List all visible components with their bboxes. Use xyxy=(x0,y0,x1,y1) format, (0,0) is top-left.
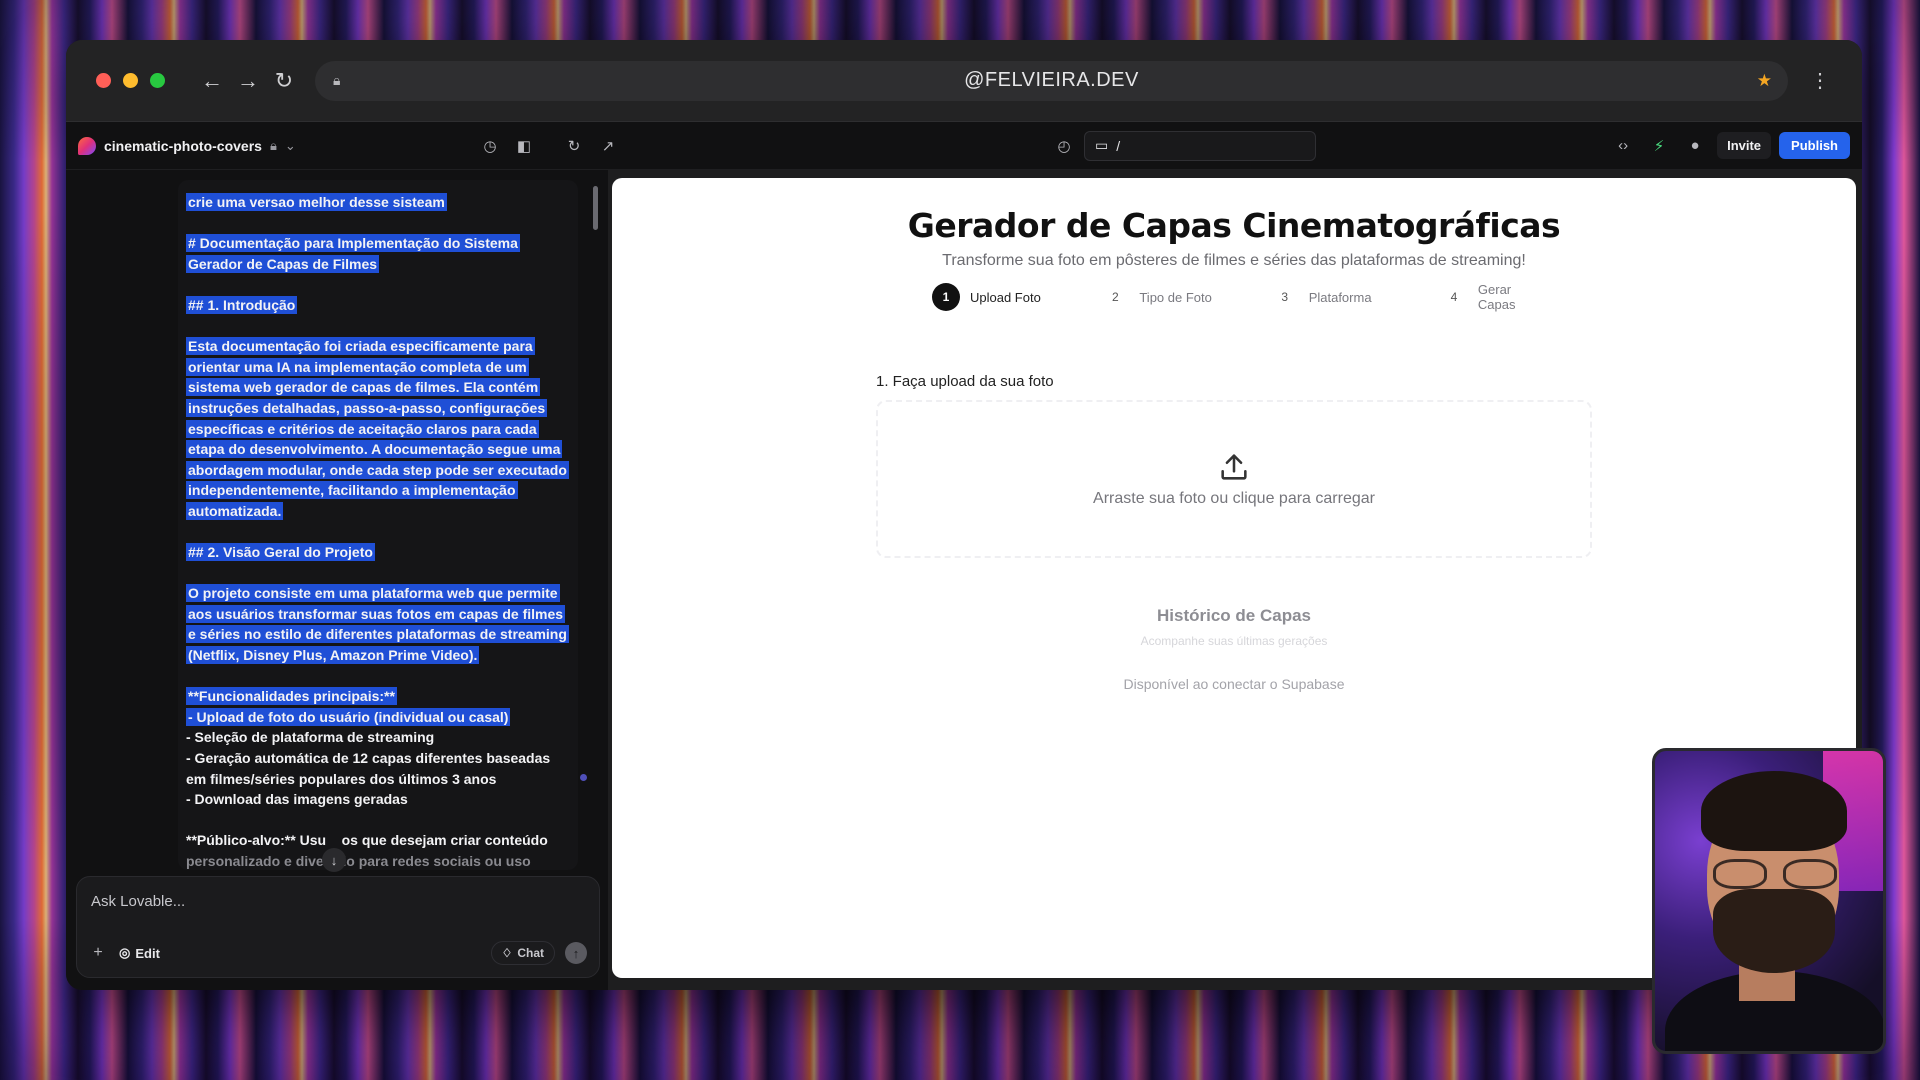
user-message-text: crie uma versao melhor desse sisteam # D… xyxy=(186,192,570,870)
feature-item: - Geração automática de 12 capas diferen… xyxy=(186,750,551,787)
step-generate[interactable]: 4 Gerar Capas xyxy=(1440,282,1552,312)
message-paragraph: crie uma versao melhor desse sisteam xyxy=(186,193,447,211)
page-title: Gerador de Capas Cinematográficas xyxy=(907,206,1561,245)
window-controls xyxy=(96,73,165,88)
ask-input[interactable] xyxy=(91,893,581,910)
history-title: Histórico de Capas xyxy=(1157,606,1311,625)
audience-text: os que desejam criar conteúdo xyxy=(341,832,548,849)
invite-button[interactable]: Invite xyxy=(1717,132,1772,159)
chevron-down-icon: ⌄ xyxy=(284,137,296,153)
publish-button[interactable]: Publish xyxy=(1779,132,1850,159)
message-heading: ## 2. Visão Geral do Projeto xyxy=(186,543,375,562)
project-selector[interactable]: cinematic-photo-covers 🔒︎ ⌄ ◷ ◧ xyxy=(78,132,548,160)
code-icon[interactable]: ‹› xyxy=(1609,132,1637,160)
kebab-menu-icon[interactable]: ⋮ xyxy=(1808,68,1832,93)
url-text: @FELVIEIRA.DEV xyxy=(964,69,1139,91)
webcam-person-glasses xyxy=(1713,859,1837,889)
history-note: Disponível ao conectar o Supabase xyxy=(1123,676,1345,692)
history-subtitle: Acompanhe suas últimas gerações xyxy=(1140,634,1328,648)
scroll-down-icon[interactable]: ↓ xyxy=(322,848,346,872)
chat-label: Chat xyxy=(517,946,544,960)
sidebar-toggle-icon[interactable]: ◧ xyxy=(510,132,538,160)
step-label: Upload Foto xyxy=(970,289,1041,305)
dropzone-text: Arraste sua foto ou clique para carregar xyxy=(1093,490,1375,507)
step-upload[interactable]: 1 Upload Foto xyxy=(932,283,1101,311)
lovable-logo-icon xyxy=(78,136,96,155)
browser-titlebar: ← → ↻ 🔒︎ @FELVIEIRA.DEV ★ ⋮ xyxy=(66,40,1862,122)
audience-text: personalizado e divertido para redes soc… xyxy=(186,853,531,869)
arrow-right-icon[interactable]: → xyxy=(231,68,265,94)
address-bar[interactable]: 🔒︎ @FELVIEIRA.DEV ★ xyxy=(315,60,1788,101)
chat-message: crie uma versao melhor desse sisteam # D… xyxy=(178,180,578,870)
step-number: 3 xyxy=(1281,290,1289,304)
target-icon: ◎ xyxy=(119,945,131,960)
chat-mode-button[interactable]: ♢ Chat xyxy=(490,941,555,965)
chat-panel: crie uma versao melhor desse sisteam # D… xyxy=(66,170,608,990)
project-name: cinematic-photo-covers xyxy=(104,137,262,154)
webcam-overlay xyxy=(1652,748,1886,1054)
step-label: Plataforma xyxy=(1308,289,1372,305)
bulb-icon: ♢ xyxy=(501,946,513,960)
send-button[interactable]: ↑ xyxy=(565,942,587,964)
feature-item: - Upload de foto do usuário (individual … xyxy=(186,707,511,726)
device-icon[interactable]: ◴ xyxy=(1050,132,1078,160)
upload-icon xyxy=(1221,454,1247,480)
page-subtitle: Transforme sua foto em pôsteres de filme… xyxy=(942,252,1526,269)
features-title: **Funcionalidades principais:** xyxy=(186,687,397,706)
edit-label: Edit xyxy=(135,945,160,961)
chat-composer: + ◎ Edit ♢ Chat ↑ xyxy=(76,876,600,978)
step-platform[interactable]: 3 Plataforma xyxy=(1271,283,1440,311)
feature-item: - Download das imagens geradas xyxy=(186,791,408,808)
stepper: 1 Upload Foto 2 Tipo de Foto 3 Plataform… xyxy=(932,282,1552,312)
feature-item: - Seleção de plataforma de streaming xyxy=(186,729,435,746)
webcam-person-hair xyxy=(1701,771,1847,851)
plus-icon[interactable]: + xyxy=(87,944,109,962)
lock-icon: 🔒︎ xyxy=(269,137,277,153)
refresh-icon[interactable]: ↻ xyxy=(560,132,588,160)
step-number: 1 xyxy=(932,283,960,311)
open-external-icon[interactable]: ↗ xyxy=(594,132,622,160)
photo-dropzone[interactable]: Arraste sua foto ou clique para carregar xyxy=(876,400,1592,558)
app-toolbar: cinematic-photo-covers 🔒︎ ⌄ ◷ ◧ ↻ ↗ ◴ ▭ … xyxy=(66,122,1862,170)
step-label: Tipo de Foto xyxy=(1139,289,1212,305)
upload-label: 1. Faça upload da sua foto xyxy=(876,373,1054,390)
message-heading: # Documentação para Implementação do Sis… xyxy=(186,234,520,273)
maximize-window-button[interactable] xyxy=(150,73,165,88)
chat-scrollbar[interactable] xyxy=(593,186,598,230)
message-heading: ## 1. Introdução xyxy=(186,295,298,314)
bolt-icon[interactable]: ⚡︎ xyxy=(1645,132,1673,160)
page-icon: ▭ xyxy=(1095,137,1109,153)
scroll-indicator xyxy=(580,774,587,781)
step-photo-type[interactable]: 2 Tipo de Foto xyxy=(1101,283,1270,311)
message-paragraph: Esta documentação foi criada especificam… xyxy=(186,337,569,520)
reload-icon[interactable]: ↻ xyxy=(267,68,301,94)
route-path: / xyxy=(1116,137,1121,154)
route-input[interactable]: ▭ / xyxy=(1084,130,1316,161)
step-number: 2 xyxy=(1112,290,1119,304)
edit-button[interactable]: ◎ Edit xyxy=(119,945,160,961)
webcam-person-beard xyxy=(1713,889,1835,973)
step-label: Gerar Capas xyxy=(1477,282,1516,312)
message-paragraph: O projeto consiste em uma plataforma web… xyxy=(186,584,569,665)
minimize-window-button[interactable] xyxy=(123,73,138,88)
audience-text: **Público-alvo:** Usu xyxy=(186,832,327,849)
github-icon[interactable]: ● xyxy=(1681,132,1709,160)
step-number: 4 xyxy=(1450,290,1458,304)
arrow-left-icon[interactable]: ← xyxy=(195,68,229,94)
star-icon[interactable]: ★ xyxy=(1757,71,1772,91)
browser-window: ← → ↻ 🔒︎ @FELVIEIRA.DEV ★ ⋮ cinematic-ph… xyxy=(66,40,1862,990)
close-window-button[interactable] xyxy=(96,73,111,88)
history-icon[interactable]: ◷ xyxy=(476,132,504,160)
